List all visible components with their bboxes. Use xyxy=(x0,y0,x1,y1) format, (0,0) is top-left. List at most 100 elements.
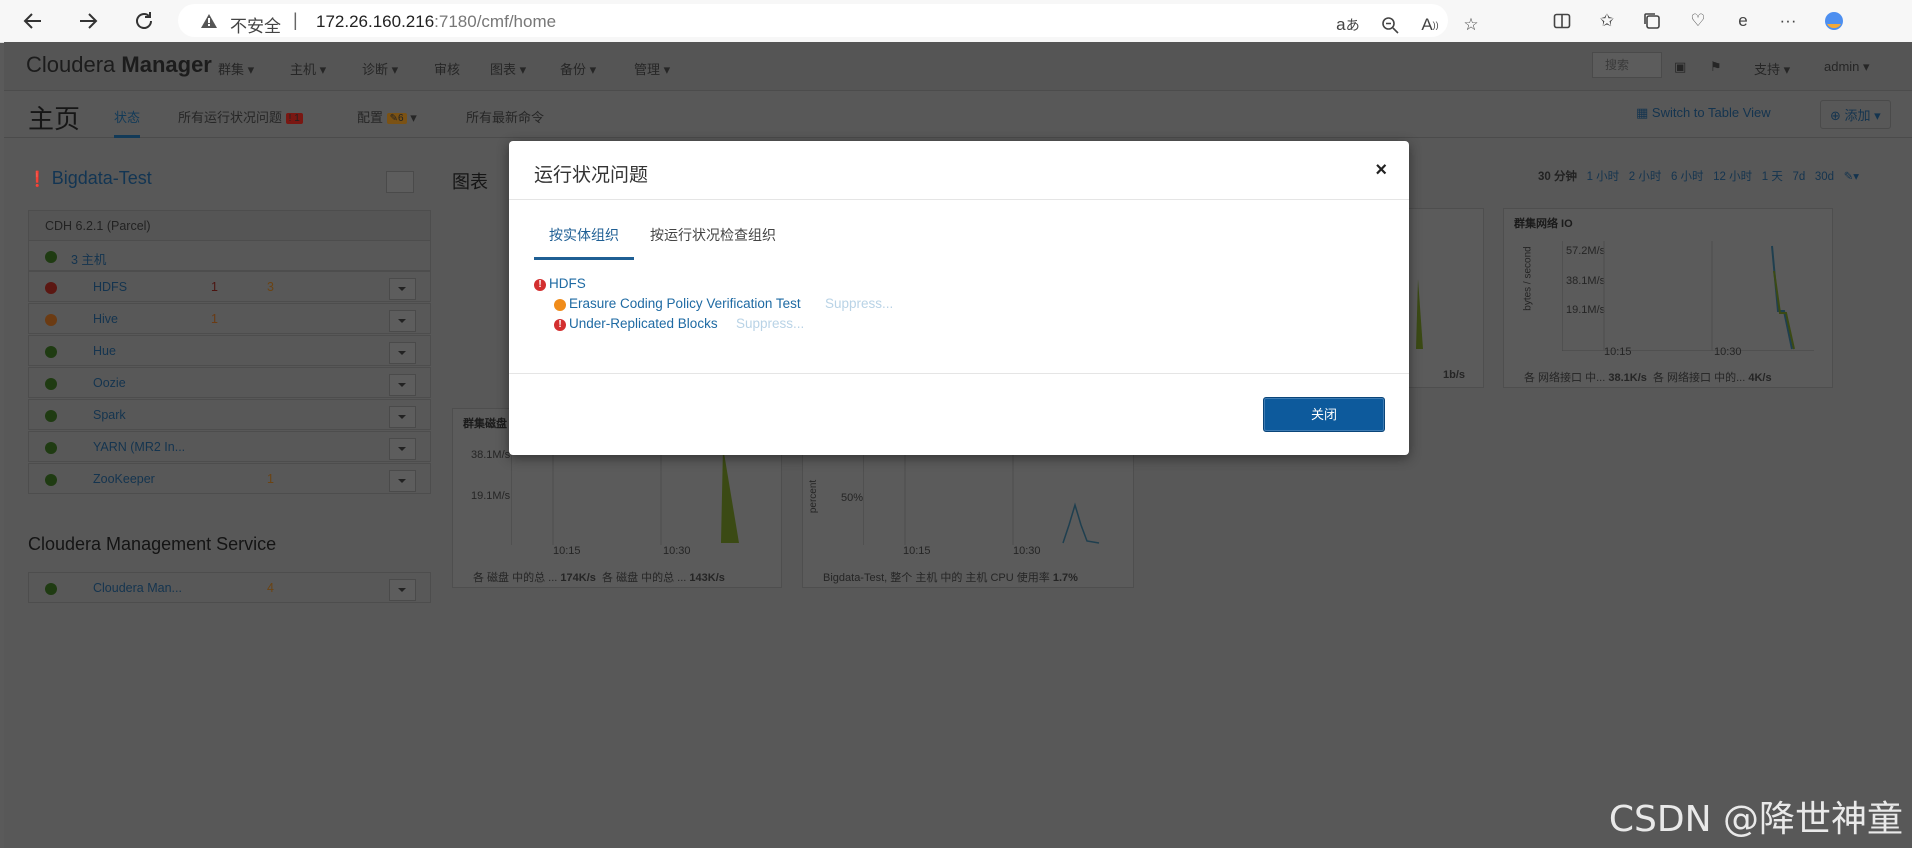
edit-charts-icon[interactable]: ✎▾ xyxy=(1844,171,1859,183)
favorite-star-icon[interactable]: ☆ xyxy=(1459,14,1483,36)
url-path: :7180/cmf/home xyxy=(434,12,557,31)
brand-logo[interactable]: Cloudera Manager xyxy=(26,52,212,78)
tab-configuration[interactable]: 配置 ✎6 ▾ xyxy=(357,107,417,126)
chart-legend: 各 磁盘 中的总 ... 174K/s 各 磁盘 中的总 ... 143K/s xyxy=(473,569,725,585)
range-2h[interactable]: 2 小时 xyxy=(1629,171,1662,183)
legend-value: 143K/s xyxy=(689,572,725,584)
menu-admin[interactable]: 管理 ▾ xyxy=(634,59,670,78)
service-dropdown[interactable] xyxy=(389,374,416,396)
service-dropdown[interactable] xyxy=(389,342,416,364)
cluster-name: Bigdata-Test xyxy=(51,168,152,188)
add-button[interactable]: ⊕ 添加 ▾ xyxy=(1820,100,1891,129)
error-count: 1 xyxy=(211,280,218,294)
watermark-text: CSDN @降世神童 xyxy=(1608,799,1903,840)
range-30d[interactable]: 30d xyxy=(1815,171,1834,183)
range-7d[interactable]: 7d xyxy=(1792,171,1805,183)
menu-user[interactable]: admin ▾ xyxy=(1824,59,1870,75)
close-icon[interactable]: × xyxy=(1375,159,1387,182)
arrow-left-icon xyxy=(23,13,41,29)
cdh-version-row: CDH 6.2.1 (Parcel) xyxy=(28,210,431,241)
tab-health-label: 所有运行状况问题 xyxy=(178,110,283,125)
hosts-row[interactable]: 3 主机 xyxy=(28,240,431,271)
tab-by-health-check[interactable]: 按运行状况检查组织 xyxy=(650,225,776,245)
tab-status[interactable]: 状态 xyxy=(114,107,141,138)
x-tick: 10:15 xyxy=(903,545,931,557)
chart-network-io[interactable]: 群集网络 IO 57.2M/s 38.1M/s 19.1M/s bytes / … xyxy=(1503,208,1833,388)
back-button[interactable] xyxy=(18,6,48,36)
config-issue-count: 4 xyxy=(267,581,274,595)
menu-charts[interactable]: 图表 ▾ xyxy=(490,59,526,78)
collections-icon[interactable] xyxy=(1640,10,1664,32)
read-aloud-icon[interactable]: A)) xyxy=(1418,14,1442,36)
issue-erasure-coding[interactable]: Erasure Coding Policy Verification Test xyxy=(569,296,801,311)
cluster-dropdown[interactable] xyxy=(386,171,414,193)
service-name: Hue xyxy=(93,344,116,358)
service-row-zookeeper[interactable]: ZooKeeper 1 xyxy=(28,463,431,494)
range-30m[interactable]: 30 分钟 xyxy=(1538,171,1577,183)
range-12h[interactable]: 12 小时 xyxy=(1713,171,1752,183)
config-count-badge: ✎6 xyxy=(386,113,407,124)
add-label: 添加 xyxy=(1844,108,1871,123)
range-6h[interactable]: 6 小时 xyxy=(1671,171,1704,183)
menu-clusters[interactable]: 群集 ▾ xyxy=(218,59,254,78)
status-ok-icon xyxy=(45,410,57,422)
menu-backup[interactable]: 备份 ▾ xyxy=(560,59,596,78)
search-input[interactable]: 搜索 xyxy=(1592,52,1662,78)
favorites-icon[interactable]: ✩ xyxy=(1595,10,1619,32)
close-button[interactable]: 关闭 xyxy=(1263,397,1385,432)
service-dropdown[interactable] xyxy=(389,438,416,460)
tab-by-entity[interactable]: 按实体组织 xyxy=(534,225,634,260)
service-row-hdfs[interactable]: HDFS 1 3 xyxy=(28,271,431,302)
menu-support[interactable]: 支持 ▾ xyxy=(1754,59,1790,78)
forward-button[interactable] xyxy=(73,6,103,36)
tab-health-issues[interactable]: 所有运行状况问题 ! 1 xyxy=(178,107,303,126)
health-issues-modal: 运行状况问题 × 按实体组织 按运行状况检查组织 ! HDFS Erasure … xyxy=(509,141,1409,455)
browser-essentials-icon[interactable]: ♡ xyxy=(1686,10,1710,32)
service-dropdown[interactable] xyxy=(389,470,416,492)
charts-heading: 图表 xyxy=(452,172,488,192)
translate-icon[interactable]: aあ xyxy=(1336,14,1360,36)
service-row-hive[interactable]: Hive 1 xyxy=(28,303,431,334)
running-commands-icon[interactable]: ⚑ xyxy=(1710,59,1722,75)
range-1h[interactable]: 1 小时 xyxy=(1587,171,1620,183)
zoom-out-icon[interactable] xyxy=(1378,14,1402,36)
service-row-yarn[interactable]: YARN (MR2 In... xyxy=(28,431,431,462)
url-host: 172.26.160.216 xyxy=(316,12,435,31)
modal-title: 运行状况问题 xyxy=(534,165,649,186)
service-dropdown[interactable] xyxy=(389,406,416,428)
suppress-link[interactable]: Suppress... xyxy=(736,316,804,331)
service-row-spark[interactable]: Spark xyxy=(28,399,431,430)
copilot-icon[interactable] xyxy=(1822,10,1846,32)
split-screen-icon[interactable] xyxy=(1550,10,1574,32)
service-row-cms[interactable]: Cloudera Man... 4 xyxy=(28,572,431,603)
tab-recent-commands[interactable]: 所有最新命令 xyxy=(466,107,544,126)
service-name: HDFS xyxy=(93,280,128,294)
issue-under-replicated[interactable]: Under-Replicated Blocks xyxy=(569,316,718,331)
status-ok-icon xyxy=(45,251,57,263)
hosts-label: 3 主机 xyxy=(71,253,107,267)
service-dropdown[interactable] xyxy=(389,278,416,300)
suppress-link[interactable]: Suppress... xyxy=(825,296,893,311)
more-menu-icon[interactable]: ··· xyxy=(1776,10,1800,32)
menu-audits[interactable]: 审核 xyxy=(434,59,460,78)
reload-button[interactable] xyxy=(129,6,159,36)
cluster-title[interactable]: ❗ Bigdata-Test xyxy=(28,168,152,189)
address-bar[interactable]: 不安全 | 172.26.160.216:7180/cmf/home aあ A)… xyxy=(178,4,1479,37)
status-ok-icon xyxy=(45,346,57,358)
menu-diagnostics[interactable]: 诊断 ▾ xyxy=(362,59,398,78)
cpu-plot xyxy=(863,445,1100,545)
issue-group-hdfs[interactable]: HDFS xyxy=(549,276,586,291)
menu-hosts[interactable]: 主机 ▾ xyxy=(290,59,326,78)
service-row-oozie[interactable]: Oozie xyxy=(28,367,431,398)
service-row-hue[interactable]: Hue xyxy=(28,335,431,366)
service-dropdown[interactable] xyxy=(389,579,416,601)
switch-table-view-link[interactable]: ▦ Switch to Table View xyxy=(1636,105,1771,121)
range-1d[interactable]: 1 天 xyxy=(1762,171,1783,183)
warning-icon xyxy=(201,14,217,28)
edge-sidebar-icon[interactable]: e xyxy=(1731,10,1755,32)
parcel-icon[interactable]: ▣ xyxy=(1674,59,1686,75)
browser-toolbar: 不安全 | 172.26.160.216:7180/cmf/home aあ A)… xyxy=(0,0,1912,43)
status-ok-icon xyxy=(45,474,57,486)
legend-value: 38.1K/s xyxy=(1608,372,1647,384)
service-dropdown[interactable] xyxy=(389,310,416,332)
